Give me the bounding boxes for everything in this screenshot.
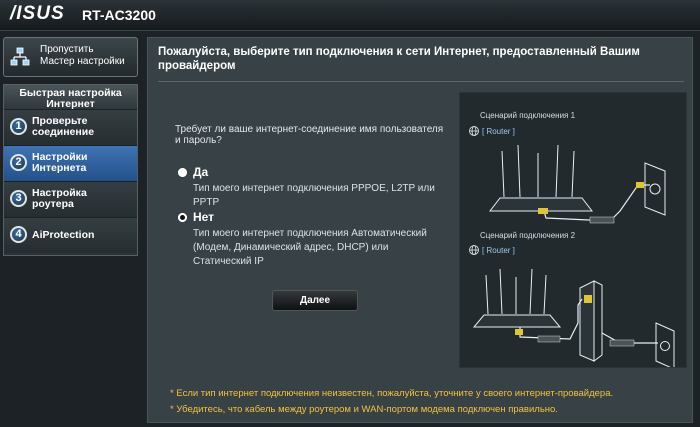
step-number: 3	[10, 190, 27, 207]
main-panel: Пожалуйста, выберите тип подключения к с…	[147, 37, 693, 423]
top-bar: /ISUS RT-AC3200	[0, 0, 700, 31]
nav-item-check-connection[interactable]: 1 Проверьте соединение	[4, 109, 137, 145]
wizard-nav: Быстрая настройка Интернет 1 Проверьте со…	[3, 84, 138, 256]
step-number: 2	[10, 154, 27, 171]
globe-icon	[469, 245, 479, 255]
skip-wizard-button[interactable]: Пропустить Мастер настройки	[3, 37, 138, 77]
nav-item-router-setup[interactable]: 3 Настройка роутера	[4, 181, 137, 217]
globe-icon	[469, 126, 479, 136]
brand-logo: /ISUS	[10, 3, 65, 24]
option-yes-desc: Тип моего интернет подключения PPPOE, L2…	[193, 183, 435, 208]
model-name: RT-AC3200	[82, 7, 156, 23]
nav-item-internet-settings[interactable]: 2 Настройки Интернета	[4, 145, 137, 181]
option-no-title: Нет	[193, 210, 215, 224]
wall-outlet-icon	[644, 162, 666, 216]
diagram-illustration	[469, 126, 675, 367]
modem-icon	[579, 280, 603, 362]
option-yes-title: Да	[193, 165, 209, 179]
router-icon	[488, 144, 594, 212]
next-button[interactable]: Далее	[272, 290, 358, 311]
router-icon	[472, 268, 562, 328]
nav-item-label: Проверьте соединение	[32, 115, 95, 138]
nav-item-aiprotection[interactable]: 4 AiProtection	[4, 217, 137, 253]
nav-item-label: Настройки Интернета	[32, 151, 88, 174]
page-title: Пожалуйста, выберите тип подключения к с…	[158, 46, 640, 72]
nav-item-label: AiProtection	[32, 229, 95, 241]
radio-no[interactable]	[178, 213, 187, 222]
note-1: * Если тип интернет подключения неизвест…	[170, 388, 614, 399]
option-no-desc: Тип моего интернет подключения Автоматич…	[193, 228, 427, 267]
wall-outlet-icon	[655, 322, 675, 367]
connection-diagram: Сценарий подключения 1 [ Router ] Сценар…	[459, 92, 687, 368]
question-text: Требует ли ваше интернет-соединение имя …	[175, 124, 444, 146]
notes: * Если тип интернет подключения неизвест…	[170, 386, 613, 418]
note-2: * Убедитесь, что кабель между роутером и…	[170, 404, 558, 415]
nav-item-label: Настройка роутера	[32, 187, 87, 210]
network-icon	[10, 47, 30, 66]
nav-heading: Быстрая настройка Интернет	[4, 85, 137, 110]
step-number: 1	[10, 118, 27, 135]
radio-yes[interactable]	[178, 168, 187, 177]
step-number: 4	[10, 226, 27, 243]
divider	[158, 81, 684, 82]
skip-wizard-label: Пропустить Мастер настройки	[40, 44, 125, 67]
